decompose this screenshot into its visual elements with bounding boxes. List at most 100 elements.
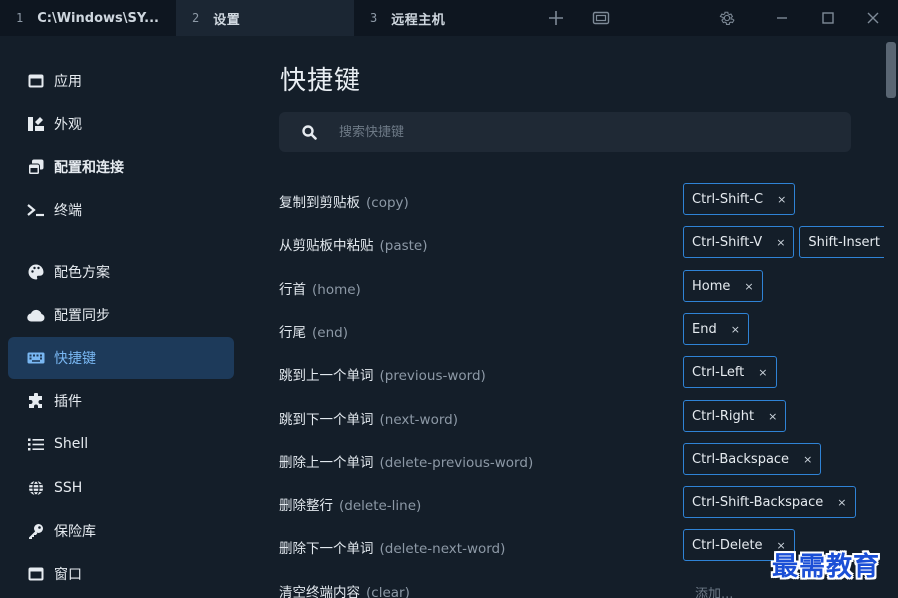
hotkey-chip[interactable]: Ctrl-Left × xyxy=(683,356,777,388)
gear-icon[interactable] xyxy=(714,0,740,36)
sidebar-item-shell[interactable]: Shell xyxy=(8,423,234,465)
hotkey-chip[interactable]: Ctrl-Shift-C × xyxy=(683,183,796,215)
sidebar-item-label: 外观 xyxy=(54,117,82,133)
remove-hotkey-icon[interactable]: × xyxy=(803,453,812,466)
sidebar-item-window[interactable]: 窗口 xyxy=(8,553,234,595)
search-box xyxy=(279,112,851,152)
hotkey-row: 行尾 (end) End × xyxy=(279,313,884,347)
scrollbar-thumb[interactable] xyxy=(886,42,896,98)
appearance-icon xyxy=(26,114,46,134)
sidebar-item-vault[interactable]: 保险库 xyxy=(8,510,234,552)
hotkey-id: (previous-word) xyxy=(379,368,486,384)
remove-hotkey-icon[interactable]: × xyxy=(776,236,785,249)
sidebar-item-appearance[interactable]: 外观 xyxy=(8,103,234,145)
tab-settings[interactable]: 2 设置 xyxy=(176,0,354,36)
globe-icon xyxy=(26,478,46,498)
sidebar-item-label: 插件 xyxy=(54,394,82,410)
hotkey-name: 删除下一个单词 xyxy=(279,541,374,557)
tab-title: 远程主机 xyxy=(391,12,446,28)
hotkey-label: 行尾 (end) xyxy=(279,321,348,341)
sidebar-item-label: 配置和连接 xyxy=(54,160,124,176)
search-input[interactable] xyxy=(339,124,819,140)
sidebar-item-application[interactable]: 应用 xyxy=(8,60,234,102)
hotkey-chip-label: Ctrl-Delete xyxy=(692,537,763,553)
application-icon xyxy=(26,71,46,91)
sidebar-item-color-scheme[interactable]: 配色方案 xyxy=(8,251,234,293)
hotkey-chip[interactable]: End × xyxy=(683,313,749,345)
sidebar-item-label: 配置同步 xyxy=(54,308,110,324)
sidebar-item-terminal[interactable]: 终端 xyxy=(8,189,234,231)
hotkey-id: (delete-previous-word) xyxy=(379,455,534,471)
hotkey-name: 删除整行 xyxy=(279,498,333,514)
minimize-icon[interactable] xyxy=(772,0,792,36)
scrollbar[interactable] xyxy=(884,36,898,598)
hotkey-label: 删除整行 (delete-line) xyxy=(279,494,421,514)
hotkeys-panel: 快捷键 复制到剪贴板 (copy) Ctrl-Shift-C × 从剪贴板中粘贴 (pas… xyxy=(244,36,884,598)
sidebar-item-config-sync[interactable]: 配置同步 xyxy=(8,294,234,336)
watermark: 最需教育 xyxy=(772,552,881,582)
hotkey-chip[interactable]: Ctrl-Shift-V × xyxy=(683,226,795,258)
hotkey-name: 行尾 xyxy=(279,325,306,341)
hotkey-name: 删除上一个单词 xyxy=(279,455,374,471)
tab-terminal[interactable]: 1 C:\Windows\SY... xyxy=(0,0,176,36)
hotkey-chip[interactable]: Home × xyxy=(683,270,763,302)
page-title: 快捷键 xyxy=(280,66,362,96)
hotkey-chip[interactable]: Ctrl-Shift-Backspace × xyxy=(683,486,856,518)
hotkey-bindings: Home × xyxy=(683,270,763,302)
hotkey-label: 跳到下一个单词 (next-word) xyxy=(279,408,458,428)
sidebar-item-label: SSH xyxy=(54,480,83,496)
hotkey-row: 跳到下一个单词 (next-word) Ctrl-Right × xyxy=(279,400,884,434)
tab-remote-host[interactable]: 3 远程主机 xyxy=(354,0,530,36)
hotkey-label: 行首 (home) xyxy=(279,278,361,298)
terminal-icon xyxy=(26,200,46,220)
close-icon[interactable] xyxy=(862,0,884,36)
sidebar-item-label: 窗口 xyxy=(54,567,82,583)
plus-icon[interactable] xyxy=(544,0,568,36)
hotkey-chip-label: Ctrl-Shift-Backspace xyxy=(692,494,824,510)
hotkey-label: 复制到剪贴板 (copy) xyxy=(279,191,409,211)
sidebar-item-label: Shell xyxy=(54,436,89,452)
remove-hotkey-icon[interactable]: × xyxy=(758,366,767,379)
add-hotkey-link[interactable]: 添加... xyxy=(695,583,733,598)
hotkey-chip[interactable]: Ctrl-Backspace × xyxy=(683,443,822,475)
hotkey-chip-label: Ctrl-Shift-C xyxy=(692,191,764,207)
search-icon xyxy=(279,124,339,140)
cloud-icon xyxy=(26,305,46,325)
tab-title: 设置 xyxy=(213,12,241,28)
window-icon[interactable] xyxy=(590,0,612,36)
hotkey-id: (clear) xyxy=(366,585,410,598)
sidebar-item-ssh[interactable]: SSH xyxy=(8,467,234,509)
hotkey-label: 删除下一个单词 (delete-next-word) xyxy=(279,537,505,557)
hotkey-id: (end) xyxy=(312,325,348,341)
hotkey-chip[interactable]: Ctrl-Right × xyxy=(683,400,787,432)
remove-hotkey-icon[interactable]: × xyxy=(777,193,786,206)
sidebar-item-plugins[interactable]: 插件 xyxy=(8,380,234,422)
remove-hotkey-icon[interactable]: × xyxy=(837,496,846,509)
maximize-icon[interactable] xyxy=(818,0,838,36)
sidebar-item-label: 快捷键 xyxy=(54,351,96,367)
hotkey-name: 跳到下一个单词 xyxy=(279,412,374,428)
hotkey-chip-label: Ctrl-Shift-V xyxy=(692,234,763,250)
hotkey-row: 删除整行 (delete-line) Ctrl-Shift-Backspace × xyxy=(279,486,884,520)
hotkey-chip-label: Ctrl-Right xyxy=(692,408,755,424)
remove-hotkey-icon[interactable]: × xyxy=(744,280,753,293)
hotkey-name: 行首 xyxy=(279,282,306,298)
sidebar-item-hotkeys[interactable]: 快捷键 xyxy=(8,337,234,379)
tab-number: 1 xyxy=(16,11,24,25)
tab-bar: 1 C:\Windows\SY... 2 设置 3 远程主机 xyxy=(0,0,898,36)
sidebar-item-label: 保险库 xyxy=(54,524,96,540)
key-icon xyxy=(26,521,46,541)
hotkey-chip[interactable]: Shift-Insert xyxy=(799,226,884,258)
sidebar-item-label: 配色方案 xyxy=(54,265,110,281)
window-icon xyxy=(26,564,46,584)
sidebar-item-profiles[interactable]: 配置和连接 xyxy=(8,146,234,188)
remove-hotkey-icon[interactable]: × xyxy=(731,323,740,336)
hotkey-bindings: Ctrl-Shift-C × xyxy=(683,183,796,215)
remove-hotkey-icon[interactable]: × xyxy=(768,410,777,423)
hotkey-row: 从剪贴板中粘贴 (paste) Ctrl-Shift-V × Shift-Insert xyxy=(279,226,884,260)
sidebar-item-label: 应用 xyxy=(54,74,82,90)
hotkey-chip-label: End xyxy=(692,321,717,337)
hotkey-bindings: Ctrl-Left × xyxy=(683,356,777,388)
hotkey-bindings: Ctrl-Shift-V × Shift-Insert xyxy=(683,226,884,258)
hotkey-id: (copy) xyxy=(366,195,409,211)
